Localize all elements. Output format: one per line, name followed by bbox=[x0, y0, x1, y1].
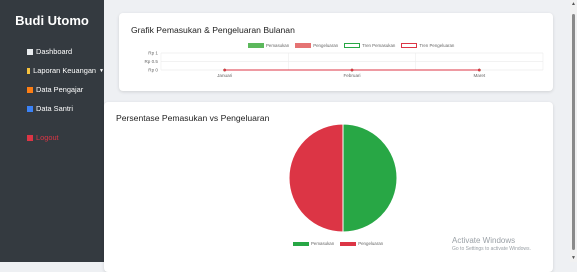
legend-swatch[interactable] bbox=[340, 241, 357, 246]
legend-swatch[interactable] bbox=[293, 241, 309, 246]
data-point[interactable] bbox=[478, 68, 481, 72]
scroll-thumb[interactable] bbox=[572, 14, 575, 250]
x-tick-label: Februari bbox=[343, 73, 360, 78]
watermark-title: Activate Windows bbox=[452, 236, 516, 245]
logout-icon bbox=[27, 134, 33, 141]
sidebar-item-data-pengajar[interactable]: Data Pengajar bbox=[0, 80, 104, 99]
legend-label[interactable]: Pemasukan bbox=[311, 241, 334, 246]
watermark-subtitle: Go to Settings to activate Windows. bbox=[452, 246, 531, 252]
sidebar-item-label: Data Pengajar bbox=[36, 85, 84, 94]
sidebar-item-label: Data Santri bbox=[36, 104, 73, 113]
sidebar-item-logout[interactable]: Logout bbox=[0, 128, 104, 147]
x-tick-label: Januari bbox=[217, 73, 232, 78]
dashboard-icon bbox=[27, 48, 33, 55]
y-tick-label: Rp 1 bbox=[148, 51, 158, 56]
money-icon bbox=[27, 67, 31, 74]
sidebar-item-label: Dashboard bbox=[36, 47, 73, 56]
main-content: Grafik Pemasukan & Pengeluaran Bulanan P… bbox=[104, 0, 577, 272]
data-point[interactable] bbox=[223, 68, 226, 72]
sidebar-item-dashboard[interactable]: Dashboard bbox=[0, 42, 104, 61]
y-tick-label: Rp 0.5 bbox=[144, 59, 158, 64]
scroll-down-icon[interactable]: ▼ bbox=[571, 255, 576, 261]
y-tick-label: Rp 0 bbox=[148, 68, 158, 73]
teacher-icon bbox=[27, 86, 33, 93]
sidebar-item-data-santri[interactable]: Data Santri bbox=[0, 99, 104, 118]
brand-title: Budi Utomo bbox=[15, 13, 89, 28]
data-point[interactable] bbox=[350, 68, 354, 72]
sidebar-nav: Dashboard Laporan Keuangan ▼ Data Pengajar D… bbox=[0, 42, 104, 147]
student-icon bbox=[27, 105, 33, 112]
sidebar-item-laporan-keuangan[interactable]: Laporan Keuangan ▼ bbox=[0, 61, 104, 80]
pie-chart-legend: Pemasukan Pengeluaran bbox=[287, 241, 383, 246]
activate-windows-watermark: Activate Windows Go to Settings to activ… bbox=[452, 236, 531, 252]
page-scrollbar[interactable]: ▲ ▼ bbox=[570, 0, 577, 262]
x-tick-label: Maret bbox=[473, 73, 485, 78]
pie-slice-pengeluaran[interactable] bbox=[288, 123, 344, 233]
legend-label[interactable]: Pengeluaran bbox=[358, 241, 383, 246]
sidebar-item-label: Laporan Keuangan bbox=[33, 66, 97, 75]
sidebar-item-label: Logout bbox=[36, 133, 59, 142]
line-chart-card: Grafik Pemasukan & Pengeluaran Bulanan P… bbox=[119, 13, 553, 91]
sidebar: Budi Utomo Dashboard Laporan Keuangan ▼ Dat… bbox=[0, 0, 104, 262]
pie-slice-pemasukan[interactable] bbox=[342, 123, 398, 233]
line-chart: Rp 1 Rp 0.5 Rp 0 Januari Februari Maret bbox=[144, 51, 544, 78]
scroll-up-icon[interactable]: ▲ bbox=[571, 1, 576, 7]
